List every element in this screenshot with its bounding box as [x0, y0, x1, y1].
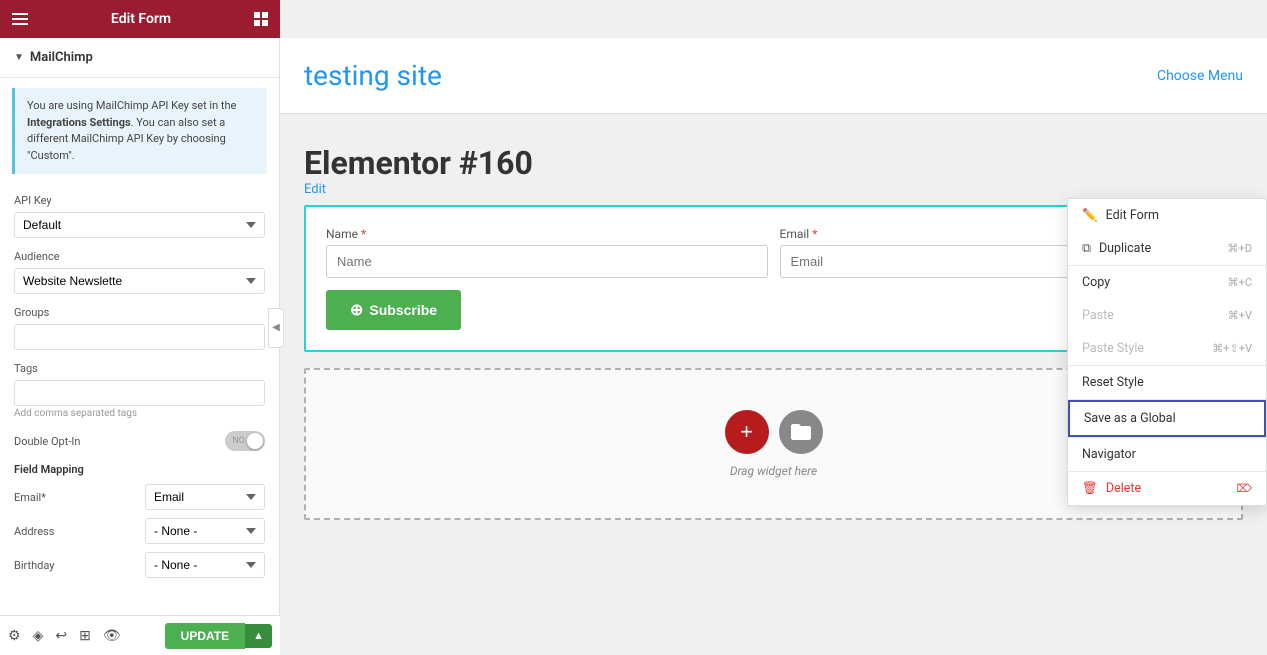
email-field-label: Email*: [14, 491, 46, 504]
navigator-label: Navigator: [1082, 447, 1136, 462]
top-bar-title: Edit Form: [111, 11, 171, 27]
double-optin-row: Double Opt-In NO: [14, 431, 265, 451]
toggle-no-text: NO: [232, 436, 245, 446]
double-optin-toggle[interactable]: NO: [225, 431, 265, 451]
name-field-group: Name *: [326, 227, 768, 278]
groups-row: Groups: [14, 306, 265, 350]
subscribe-icon: ⊕: [350, 300, 363, 320]
delete-label: Delete: [1106, 481, 1141, 496]
info-link[interactable]: Integrations Settings: [27, 116, 131, 129]
groups-label: Groups: [14, 306, 265, 319]
context-menu-edit-form[interactable]: ✏️ Edit Form: [1068, 199, 1266, 232]
site-title: testing site: [304, 59, 442, 92]
paste-label: Paste: [1082, 308, 1114, 323]
tags-hint: Add comma separated tags: [14, 408, 265, 419]
context-duplicate-label: Duplicate: [1099, 241, 1151, 256]
paste-shortcut: ⌘+V: [1228, 309, 1252, 322]
sidebar-collapse-handle[interactable]: ◀: [268, 308, 284, 348]
info-text-1: You are using MailChimp API Key set in t…: [27, 99, 236, 112]
groups-input[interactable]: [14, 324, 265, 350]
page-title-block: Elementor #160 Edit: [304, 144, 1243, 197]
address-field-label: Address: [14, 525, 54, 538]
audience-label: Audience: [14, 250, 265, 263]
folder-widget-button[interactable]: [779, 410, 823, 454]
mailchimp-section-header[interactable]: ▼ MailChimp: [0, 38, 279, 78]
audience-row: Audience Website Newslette: [14, 250, 265, 294]
context-menu-navigator[interactable]: Navigator: [1068, 438, 1266, 471]
subscribe-button[interactable]: ⊕ Subscribe: [326, 290, 461, 330]
context-menu-save-global[interactable]: Save as a Global: [1068, 400, 1266, 437]
email-required-marker: *: [812, 227, 817, 241]
copy-shortcut: ⌘+C: [1228, 276, 1252, 289]
toolbar-icon-group: ⚙ ◈ ↩ ⊞ 👁: [8, 628, 121, 644]
birthday-field-label: Birthday: [14, 559, 55, 572]
duplicate-icon: ⧉: [1082, 241, 1091, 256]
grid-icon[interactable]: [254, 12, 268, 26]
top-bar: Edit Form: [0, 0, 280, 38]
trash-icon: 🗑: [1082, 481, 1098, 496]
copy-label: Copy: [1082, 275, 1110, 290]
sidebar: ▼ MailChimp You are using MailChimp API …: [0, 38, 280, 655]
collapse-arrow-icon: ▼: [14, 52, 24, 63]
tags-label: Tags: [14, 362, 265, 375]
context-menu-delete[interactable]: 🗑 Delete ⌦: [1068, 472, 1266, 505]
settings-icon[interactable]: ⚙: [8, 628, 21, 644]
layers-icon[interactable]: ◈: [33, 628, 44, 644]
double-optin-label: Double Opt-In: [14, 435, 80, 448]
edit-form-pencil-icon: ✏️: [1082, 208, 1098, 223]
context-menu-duplicate[interactable]: ⧉ Duplicate ⌘+D: [1068, 232, 1266, 265]
email-field-select[interactable]: Email: [145, 484, 265, 510]
drag-hint: Drag widget here: [730, 464, 817, 478]
add-widget-button[interactable]: +: [725, 410, 769, 454]
mailchimp-section-title: MailChimp: [30, 50, 93, 65]
field-mapping-row: Field Mapping Email* Email Address - Non…: [14, 463, 265, 578]
audience-select[interactable]: Website Newslette: [14, 268, 265, 294]
field-mapping-title: Field Mapping: [14, 463, 265, 476]
info-box: You are using MailChimp API Key set in t…: [12, 88, 267, 174]
reset-style-label: Reset Style: [1082, 375, 1144, 390]
context-edit-form-label: Edit Form: [1106, 208, 1159, 223]
name-field-input[interactable]: [326, 245, 768, 278]
preview-icon[interactable]: 👁: [103, 628, 121, 644]
choose-menu-button[interactable]: Choose Menu: [1157, 68, 1243, 84]
api-key-row: API Key Default: [14, 194, 265, 238]
update-btn-group: UPDATE ▲: [165, 623, 272, 649]
context-menu-reset-style[interactable]: Reset Style: [1068, 366, 1266, 399]
name-required-marker: *: [361, 227, 366, 241]
tags-input[interactable]: [14, 380, 265, 406]
edit-link[interactable]: Edit: [304, 182, 326, 197]
api-key-select[interactable]: Default: [14, 212, 265, 238]
page-title: Elementor #160: [304, 144, 1243, 182]
bottom-toolbar: ⚙ ◈ ↩ ⊞ 👁 UPDATE ▲: [0, 615, 280, 655]
main-header: testing site Choose Menu: [280, 38, 1267, 114]
api-key-label: API Key: [14, 194, 265, 207]
main-content: testing site Choose Menu Elementor #160 …: [280, 38, 1267, 655]
context-menu-paste-style: Paste Style ⌘+⇧+V: [1068, 332, 1266, 365]
birthday-field-select[interactable]: - None -: [145, 552, 265, 578]
hamburger-menu-icon[interactable]: [12, 13, 28, 25]
address-field-select[interactable]: - None -: [145, 518, 265, 544]
widget-buttons: +: [725, 410, 823, 454]
paste-style-shortcut: ⌘+⇧+V: [1212, 342, 1252, 355]
save-global-label: Save as a Global: [1084, 411, 1176, 426]
context-menu: ✏️ Edit Form ⧉ Duplicate ⌘+D Copy ⌘+C: [1067, 198, 1267, 506]
responsive-icon[interactable]: ⊞: [79, 628, 91, 644]
update-button[interactable]: UPDATE: [165, 623, 245, 649]
paste-style-label: Paste Style: [1082, 341, 1144, 356]
subscribe-label: Subscribe: [369, 302, 437, 318]
delete-shortcut: ⌦: [1236, 482, 1252, 495]
context-menu-paste: Paste ⌘+V: [1068, 299, 1266, 332]
email-field-label-form: Email: [780, 227, 810, 241]
update-dropdown-button[interactable]: ▲: [245, 624, 272, 648]
tags-row: Tags Add comma separated tags: [14, 362, 265, 419]
sidebar-form-section: API Key Default Audience Website Newslet…: [0, 184, 279, 600]
history-icon[interactable]: ↩: [55, 628, 67, 644]
name-field-label: Name: [326, 227, 358, 241]
duplicate-shortcut: ⌘+D: [1228, 242, 1252, 255]
context-menu-copy[interactable]: Copy ⌘+C: [1068, 266, 1266, 299]
